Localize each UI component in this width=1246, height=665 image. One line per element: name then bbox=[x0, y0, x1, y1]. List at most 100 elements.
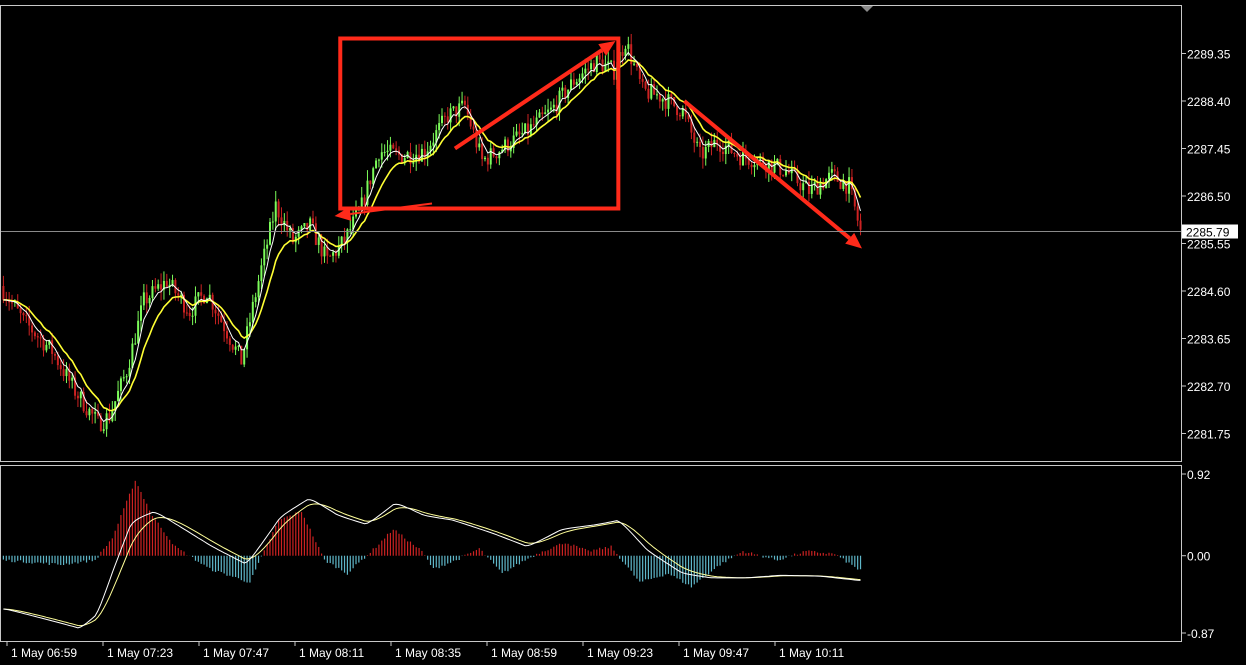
price-tick-label: 2282.70 bbox=[1187, 380, 1231, 394]
time-tick-label: 1 May 08:11 bbox=[299, 646, 364, 660]
candle-body bbox=[363, 197, 366, 205]
candle-body bbox=[91, 408, 94, 414]
candle-body bbox=[297, 229, 300, 237]
candle-body bbox=[260, 265, 263, 282]
highlight-box[interactable] bbox=[338, 36, 621, 211]
candle-body bbox=[635, 63, 638, 67]
candle-body bbox=[140, 305, 142, 321]
candle-body bbox=[830, 169, 833, 173]
candle-body bbox=[151, 286, 154, 298]
candle-body bbox=[88, 408, 91, 416]
candle-body bbox=[39, 337, 42, 339]
candle-body bbox=[59, 365, 62, 370]
candle-body bbox=[441, 115, 443, 124]
candle-body bbox=[228, 338, 231, 345]
candle-body bbox=[432, 142, 435, 146]
candle-body bbox=[36, 336, 39, 338]
candle-body bbox=[220, 315, 223, 323]
candle-body bbox=[478, 143, 481, 148]
candle-body bbox=[561, 87, 564, 91]
candle-body bbox=[165, 280, 168, 287]
candle-body bbox=[380, 152, 383, 160]
candle-body bbox=[309, 218, 312, 231]
candle-body bbox=[644, 81, 647, 89]
trading-chart[interactable]: 2289.35 2288.40 2287.45 2286.50 2285.55 2284.… bbox=[0, 0, 1246, 665]
time-tick-label: 1 May 06:59 bbox=[11, 646, 77, 660]
candle-body bbox=[269, 221, 271, 245]
candle-body bbox=[231, 344, 234, 350]
price-tick-label: 2284.60 bbox=[1187, 285, 1231, 299]
candle-body bbox=[392, 144, 395, 149]
candle-body bbox=[237, 345, 240, 347]
candle-body bbox=[627, 44, 630, 49]
candle-body bbox=[94, 412, 97, 414]
candle-body bbox=[810, 184, 813, 194]
candle-body bbox=[102, 429, 105, 431]
candle-body bbox=[226, 331, 228, 339]
candle-body bbox=[85, 411, 88, 416]
time-tick-label: 1 May 08:35 bbox=[395, 646, 461, 660]
candle-body bbox=[587, 68, 590, 70]
arrow-head-icon[interactable] bbox=[598, 41, 616, 56]
price-tick-label: 2286.50 bbox=[1187, 190, 1231, 204]
candle-body bbox=[349, 229, 352, 231]
time-tick-label: 1 May 08:59 bbox=[491, 646, 557, 660]
price-tick-label: 2289.35 bbox=[1187, 48, 1231, 62]
candle-body bbox=[564, 87, 567, 98]
candle-body bbox=[621, 52, 624, 56]
drawn-annotations[interactable] bbox=[334, 36, 862, 249]
candle-body bbox=[782, 174, 785, 176]
candle-body bbox=[119, 378, 122, 391]
candle-body bbox=[214, 309, 217, 314]
time-tick-label: 1 May 09:23 bbox=[587, 646, 653, 660]
candle-body bbox=[661, 99, 664, 102]
candle-body bbox=[157, 284, 160, 289]
candle-body bbox=[314, 223, 317, 245]
candle-body bbox=[736, 153, 739, 157]
candle-body bbox=[274, 201, 277, 222]
time-tick-label: 1 May 09:47 bbox=[683, 646, 749, 660]
candle-body bbox=[856, 206, 859, 221]
candle-body bbox=[570, 79, 572, 90]
candle-body bbox=[461, 100, 464, 104]
candle-body bbox=[633, 63, 636, 65]
candle-body bbox=[581, 73, 584, 79]
candle-body bbox=[538, 112, 541, 118]
price-tick-label: 2281.75 bbox=[1187, 428, 1231, 442]
indicator-tick-label: -0.87 bbox=[1187, 627, 1215, 641]
trend-arrow-line[interactable] bbox=[682, 99, 851, 240]
candle-body bbox=[33, 332, 36, 337]
candle-body bbox=[312, 218, 314, 224]
candle-body bbox=[234, 346, 237, 350]
candle-body bbox=[438, 123, 441, 131]
candle-body bbox=[332, 252, 335, 256]
candle-body bbox=[544, 112, 547, 115]
candle-body bbox=[134, 343, 137, 345]
macd-indicator bbox=[2, 480, 862, 629]
price-tick-label: 2287.45 bbox=[1187, 143, 1231, 157]
price-tick-label: 2283.65 bbox=[1187, 333, 1231, 347]
candle-body bbox=[154, 286, 157, 289]
candle-body bbox=[243, 349, 246, 365]
candle-body bbox=[148, 297, 151, 304]
candle-body bbox=[360, 197, 363, 208]
candle-body bbox=[610, 60, 613, 62]
candlestick-series bbox=[2, 33, 862, 437]
candle-body bbox=[472, 126, 475, 130]
candle-body bbox=[254, 297, 257, 302]
candle-body bbox=[105, 413, 108, 430]
time-axis: 1 May 06:59 1 May 07:23 1 May 07:47 1 May 0… bbox=[6, 641, 844, 660]
candle-body bbox=[486, 157, 489, 165]
candle-body bbox=[217, 313, 220, 316]
candle-body bbox=[54, 353, 56, 356]
candle-body bbox=[816, 182, 819, 195]
candle-body bbox=[656, 94, 658, 96]
candle-body bbox=[693, 132, 696, 143]
candle-body bbox=[177, 293, 180, 296]
candle-body bbox=[802, 183, 805, 191]
time-tick-label: 1 May 07:47 bbox=[203, 646, 269, 660]
candle-body bbox=[191, 315, 194, 317]
candle-body bbox=[137, 320, 140, 344]
chart-shift-marker-icon[interactable] bbox=[861, 6, 873, 12]
candle-body bbox=[750, 164, 753, 168]
